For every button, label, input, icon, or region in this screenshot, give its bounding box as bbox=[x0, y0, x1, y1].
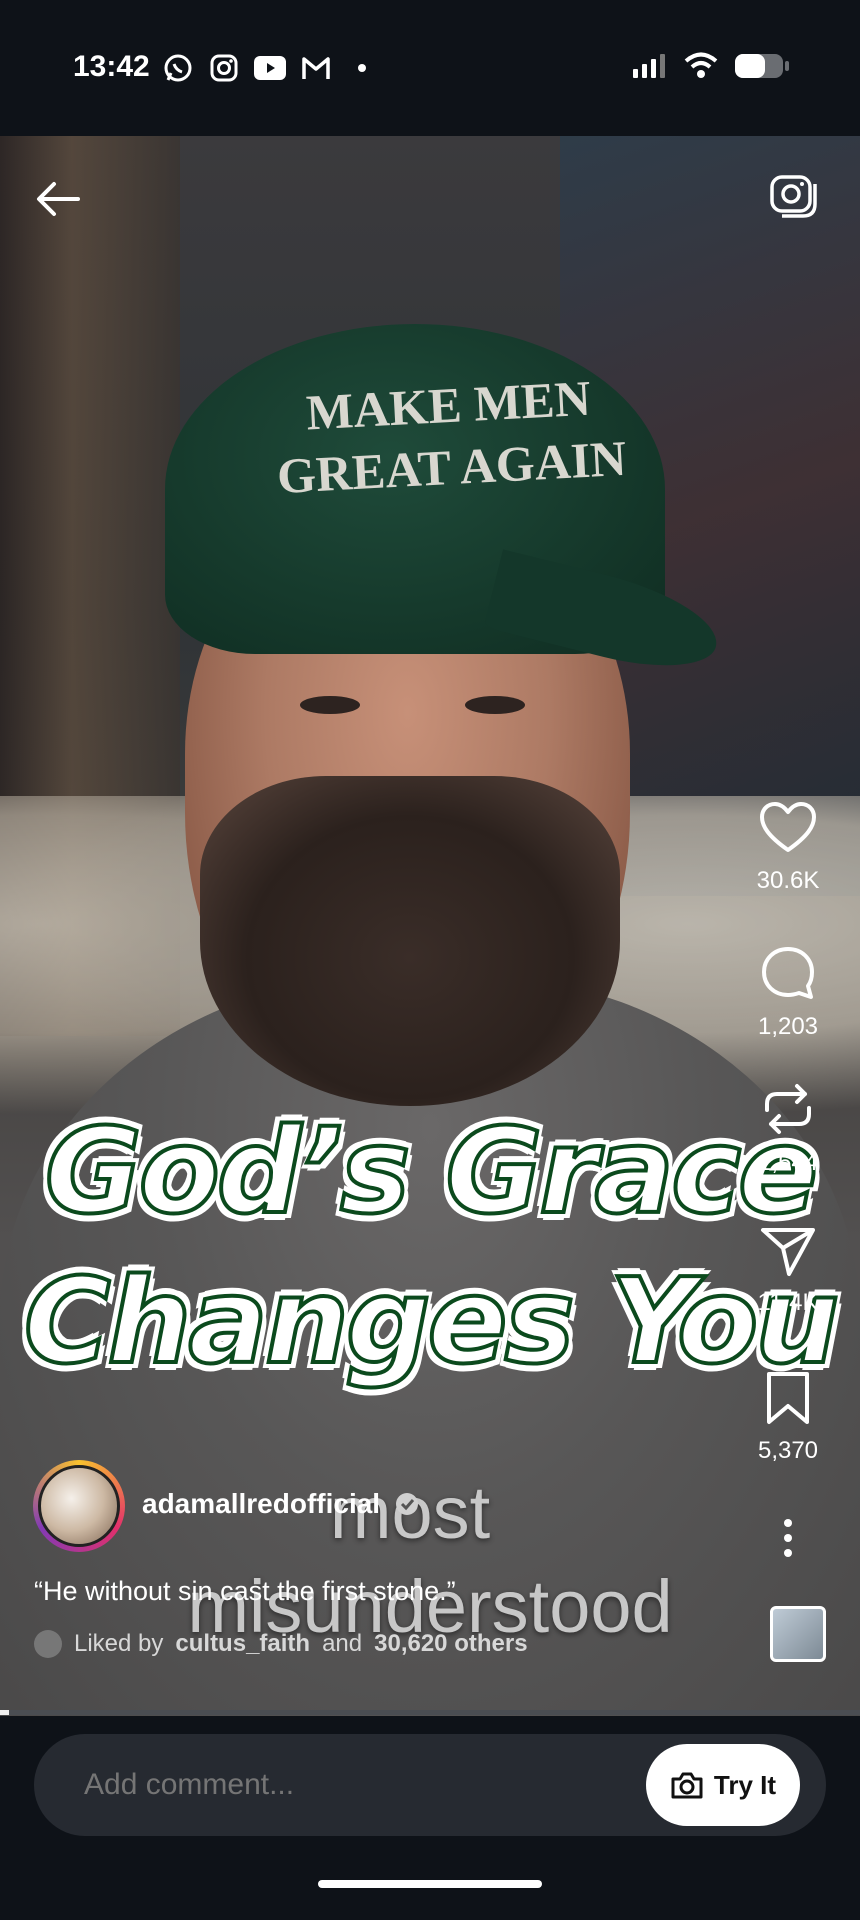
username[interactable]: adamallredofficial bbox=[142, 1488, 420, 1520]
wifi-icon bbox=[684, 52, 718, 85]
camera-icon bbox=[770, 175, 817, 218]
repost-icon bbox=[765, 1084, 811, 1134]
heart-icon bbox=[760, 802, 816, 852]
more-options-button[interactable] bbox=[738, 1518, 838, 1563]
back-button[interactable] bbox=[32, 172, 86, 226]
subtitle-line-1: most bbox=[0, 1470, 840, 1555]
liked-by-prefix: Liked by bbox=[74, 1630, 164, 1657]
battery-icon bbox=[734, 52, 790, 85]
save-button[interactable]: 5,370 bbox=[738, 1370, 838, 1465]
share-button[interactable]: 11.4K bbox=[738, 1224, 838, 1317]
home-indicator[interactable] bbox=[318, 1880, 542, 1888]
video-progress-bar[interactable] bbox=[0, 1710, 860, 1715]
comment-count: 1,203 bbox=[757, 1013, 819, 1040]
username-text: adamallredofficial bbox=[142, 1488, 381, 1519]
send-icon bbox=[761, 1228, 815, 1276]
comment-bar: Try It bbox=[34, 1734, 826, 1836]
comment-input[interactable] bbox=[84, 1768, 470, 1802]
bookmark-icon bbox=[767, 1372, 809, 1424]
liked-by-and: and bbox=[322, 1630, 363, 1657]
liked-by-avatar bbox=[34, 1630, 62, 1658]
camera-button[interactable] bbox=[766, 168, 820, 222]
avatar[interactable] bbox=[33, 1460, 125, 1552]
avatar-image bbox=[38, 1465, 120, 1547]
repost-button[interactable]: 1,544 bbox=[738, 1080, 838, 1177]
more-vertical-icon bbox=[784, 1519, 792, 1557]
status-notification-icons bbox=[162, 52, 378, 84]
audio-thumbnail[interactable] bbox=[770, 1606, 826, 1662]
liked-by-others[interactable]: 30,620 others bbox=[374, 1630, 527, 1658]
post-description[interactable]: “He without sin cast the first stone.” bbox=[34, 1576, 456, 1607]
try-it-label: Try It bbox=[713, 1769, 777, 1800]
camera-icon bbox=[671, 1772, 703, 1799]
gmail-icon bbox=[300, 52, 332, 84]
signal-icon bbox=[632, 53, 668, 84]
comment-button[interactable]: 1,203 bbox=[738, 944, 838, 1041]
person-eye-right bbox=[465, 696, 525, 714]
dot-icon bbox=[346, 52, 378, 84]
status-system-icons bbox=[632, 52, 790, 85]
try-it-button[interactable]: Try It bbox=[646, 1744, 800, 1826]
status-bar: 13:42 bbox=[0, 0, 860, 136]
instagram-icon bbox=[208, 52, 240, 84]
status-time: 13:42 bbox=[73, 50, 150, 83]
liked-by-user[interactable]: cultus_faith bbox=[175, 1630, 310, 1658]
video-progress-fill bbox=[0, 1710, 9, 1715]
like-count: 30.6K bbox=[756, 867, 820, 894]
comment-icon bbox=[762, 947, 814, 999]
repost-count: 1,544 bbox=[757, 1149, 819, 1176]
liked-by[interactable]: Liked by cultus_faith and 30,620 others bbox=[34, 1630, 528, 1658]
video-caption-overlay: God’s Grace Changes You bbox=[20, 1096, 841, 1396]
caption-line-1: God’s Grace bbox=[43, 1100, 820, 1242]
youtube-icon bbox=[254, 52, 286, 84]
cap-text: MAKE MEN GREAT AGAIN bbox=[267, 365, 633, 508]
save-count: 5,370 bbox=[757, 1437, 819, 1464]
arrow-left-icon bbox=[37, 182, 80, 216]
person-beard bbox=[200, 776, 620, 1106]
verified-badge-icon bbox=[395, 1493, 418, 1515]
share-count: 11.4K bbox=[757, 1289, 819, 1316]
caption-line-2: Changes You bbox=[22, 1250, 841, 1392]
person-eye-left bbox=[300, 696, 360, 714]
like-button[interactable]: 30.6K bbox=[738, 800, 838, 895]
whatsapp-icon bbox=[162, 52, 194, 84]
